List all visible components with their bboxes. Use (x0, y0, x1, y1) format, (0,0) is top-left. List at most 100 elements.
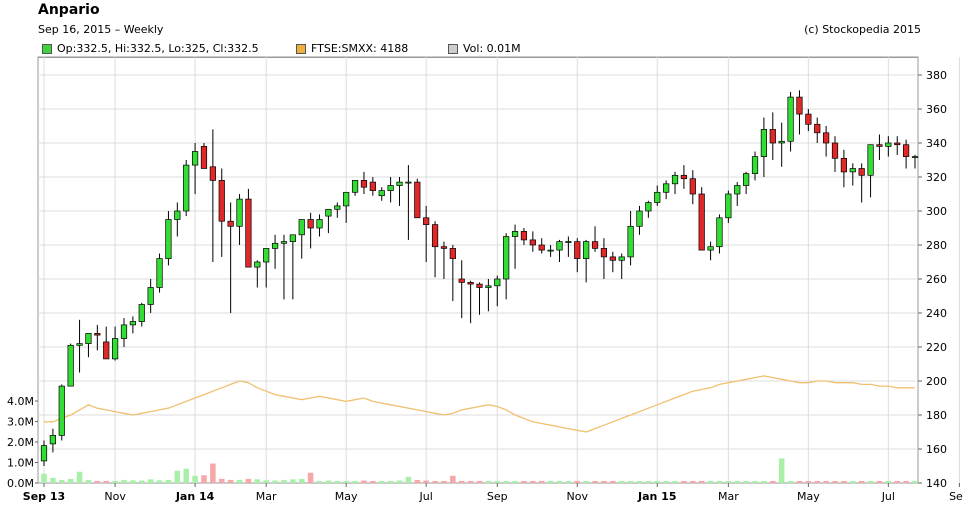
candle-body (245, 198, 252, 268)
volume-bar (636, 480, 643, 483)
time-tick-label: Mar (718, 490, 739, 503)
price-chart: 140 160 180 200 220 240 260 280 300 320 340 360 380 S… (7, 56, 963, 503)
candle-body (440, 246, 448, 249)
volume-bar (156, 480, 163, 483)
time-tick-label: Jul (419, 490, 433, 503)
candle-body (663, 183, 670, 193)
candle-body (520, 231, 528, 241)
candle-body (271, 242, 279, 249)
volume-bar (832, 480, 838, 483)
volume-bar (467, 480, 474, 483)
candle-body (751, 156, 759, 174)
candle-body (467, 282, 474, 285)
price-tick-label: 180 (926, 409, 947, 422)
candle-body (911, 156, 919, 158)
candle-body (618, 256, 625, 261)
volume-bar (805, 480, 812, 483)
candle-body (138, 304, 145, 322)
volume-bar (627, 480, 634, 483)
volume-bar (50, 477, 56, 483)
time-tick-label: Jul (881, 490, 895, 503)
volume-bar (725, 480, 732, 483)
candle-body (307, 219, 314, 229)
candle-body (787, 96, 794, 142)
candle-body (227, 220, 234, 227)
candle-body (129, 321, 136, 326)
candle-body (734, 185, 741, 195)
volume-bar (761, 480, 767, 483)
candle-body (209, 166, 216, 181)
volume-bar (778, 458, 785, 483)
volume-bar (681, 480, 687, 483)
volume-bar (334, 480, 341, 483)
time-tick-label: Jan 14 (175, 490, 215, 503)
volume-bar (894, 480, 900, 483)
volume-bar (432, 480, 438, 483)
volume-bar (218, 478, 225, 483)
volume-bar (41, 473, 47, 483)
candle-body (263, 248, 270, 263)
volume-bar (139, 480, 145, 483)
candle-body (556, 241, 563, 251)
volume-bar (236, 479, 243, 483)
volume-bar (121, 479, 127, 483)
candle-body (405, 181, 412, 184)
volume-bar (370, 480, 376, 483)
volume-bar (592, 480, 598, 483)
candle-body (511, 231, 519, 237)
volume-bar (76, 471, 83, 483)
candle-body (280, 241, 288, 244)
candle-body (823, 132, 830, 144)
candle-body (529, 239, 536, 246)
volume-bar (441, 480, 447, 483)
candle-body (840, 157, 848, 173)
volume-bar (601, 480, 607, 483)
candle-body (200, 146, 208, 169)
volume-bar (183, 468, 189, 483)
volume-bar (672, 480, 678, 483)
candle-body (343, 191, 350, 207)
volume-bar (174, 470, 181, 483)
price-tick-label: 340 (926, 137, 947, 150)
candle-body (396, 181, 403, 186)
candle-body (591, 241, 599, 249)
volume-tick-label: 1.0M (7, 457, 34, 470)
volume-bar (298, 478, 305, 483)
candle-body (360, 180, 368, 188)
grid-lines (38, 57, 960, 483)
candle-body (716, 217, 723, 248)
volume-bar (547, 480, 554, 483)
volume-bar (850, 480, 856, 483)
volume-bar (405, 476, 412, 483)
volume-bar (876, 480, 883, 483)
candles (40, 90, 919, 466)
volume-bar (734, 480, 741, 483)
candle-body (707, 246, 714, 251)
candle-body (680, 174, 688, 180)
candle-body (769, 129, 776, 144)
volume-bar (610, 480, 616, 483)
volume-bar (387, 480, 394, 483)
candle-body (867, 144, 874, 176)
volume-bar (698, 480, 705, 483)
candle-body (538, 244, 545, 251)
candle-body (876, 144, 883, 147)
volume-bar (912, 480, 918, 483)
price-tick-label: 220 (926, 341, 947, 354)
candle-body (858, 168, 865, 176)
volume-bar (690, 480, 696, 483)
candle-body (218, 180, 225, 222)
volume-bar (574, 480, 581, 483)
volume-bar (885, 480, 892, 483)
volume-bar (85, 479, 92, 483)
candle-body (565, 241, 572, 243)
volume-bar (796, 480, 803, 483)
candle-body (85, 333, 92, 344)
candle-body (165, 219, 172, 259)
ftse-line (44, 375, 915, 433)
volume-bar (618, 480, 625, 483)
volume-bar (201, 475, 207, 483)
candle-body (547, 249, 554, 252)
volume-bar (903, 480, 909, 483)
volume-tick-label: 0.0M (7, 477, 34, 490)
